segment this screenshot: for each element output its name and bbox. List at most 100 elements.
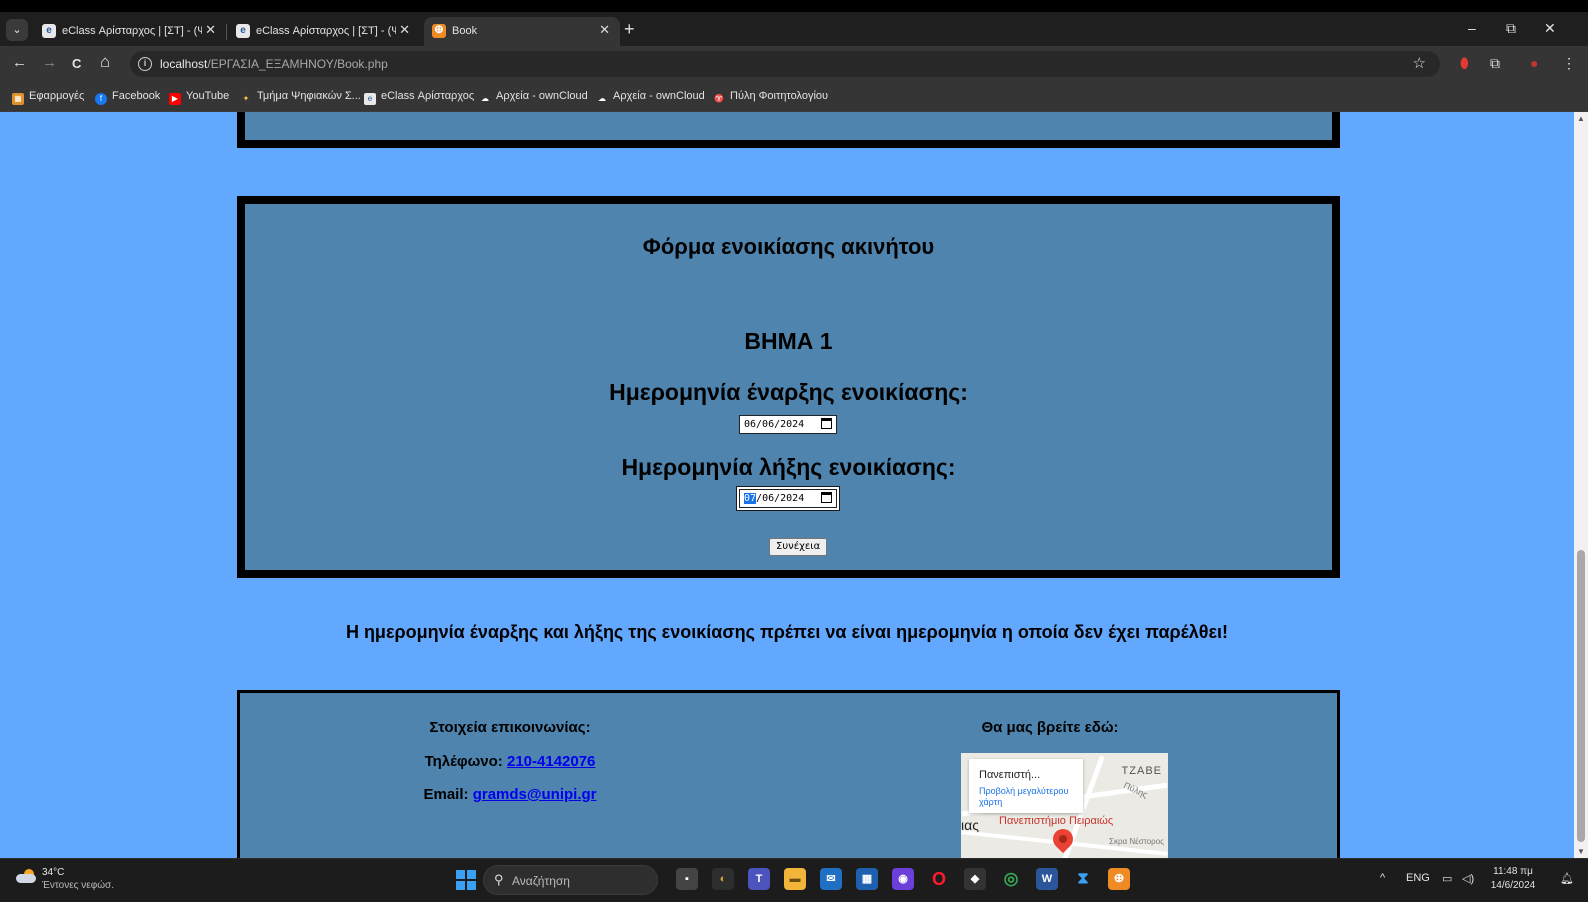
minimize-icon[interactable]: –	[1468, 20, 1476, 36]
rental-form-box: Φόρμα ενοικίασης ακινήτου ΒΗΜΑ 1 Ημερομη…	[237, 196, 1340, 578]
page-scrollbar[interactable]: ▲ ▼	[1574, 112, 1588, 858]
start-date-label: Ημερομηνία έναρξης ενοικίασης:	[609, 379, 968, 405]
portal-icon: ♈	[714, 94, 724, 103]
bookmark-youtube[interactable]: ▶ YouTube	[169, 90, 229, 105]
tab-search-chevron-icon[interactable]: ⌄	[6, 19, 28, 41]
bookmark-star-icon[interactable]: ☆	[1413, 54, 1426, 72]
footer-box: Στοιχεία επικοινωνίας: Τηλέφωνο: 210-414…	[237, 690, 1340, 858]
scrollbar-thumb[interactable]	[1577, 550, 1585, 842]
eclass-favicon-icon: e	[42, 24, 56, 38]
network-icon[interactable]: ▭	[1442, 872, 1452, 885]
cloud-icon: ☁	[481, 94, 489, 103]
calendar-icon[interactable]	[821, 492, 832, 503]
weather-description[interactable]: Έντονες νεφώσ.	[42, 880, 114, 891]
teams-icon[interactable]: T	[748, 868, 770, 890]
map-popup-title: Πανεπιστή...	[979, 769, 1041, 781]
eclass-favicon-icon: e	[236, 24, 250, 38]
end-date-input[interactable]: 07/06/2024	[737, 487, 839, 510]
copilot-icon[interactable]: ◉	[892, 868, 914, 890]
map-street-label: Πύλης	[1121, 780, 1149, 800]
bookmark-student-portal[interactable]: ♈ Πύλη Φοιτητολογίου	[713, 90, 828, 105]
end-date-day-selected: 07	[744, 493, 757, 504]
tab-title: eClass Αρίσταρχος | [ΣΤ] - (ΨΣ-	[62, 25, 202, 37]
windows-taskbar: 34°C Έντονες νεφώσ. ⚲ Αναζήτηση ▪ ◐ T ▬ …	[0, 858, 1588, 902]
weather-temperature[interactable]: 34°C	[42, 867, 64, 878]
xampp-icon[interactable]: ⴲ	[1108, 868, 1130, 890]
kebab-menu-icon[interactable]: ⋮	[1562, 55, 1576, 72]
close-window-icon[interactable]: ✕	[1544, 20, 1556, 37]
app-icon[interactable]: ◆	[964, 868, 986, 890]
screen: ⌄ e eClass Αρίσταρχος | [ΣΤ] - (ΨΣ- ✕ e …	[0, 0, 1588, 902]
back-icon[interactable]: ←	[12, 54, 27, 71]
chrome-icon[interactable]: ◎	[1000, 868, 1022, 890]
end-date-rest: /06/2024	[756, 493, 805, 504]
restore-icon[interactable]: ⧉	[1506, 20, 1516, 37]
omnibox[interactable]: i localhost/ΕΡΓΑΣΙΑ_ΕΞΑΜΗΝΟΥ/Book.php ☆	[130, 51, 1440, 77]
url-text[interactable]: localhost/ΕΡΓΑΣΙΑ_ΕΞΑΜΗΝΟΥ/Book.php	[160, 57, 388, 71]
windows-start-icon[interactable]	[456, 870, 476, 890]
file-explorer-icon[interactable]: ▬	[784, 868, 806, 890]
tab-close-icon[interactable]: ✕	[205, 22, 216, 38]
map-info-popup: Πανεπιστή... Προβολή μεγαλύτερου χάρτη	[969, 759, 1083, 813]
phone-line: Τηλέφωνο: 210-4142076	[380, 753, 640, 770]
store-icon[interactable]: ▦	[856, 868, 878, 890]
forward-icon[interactable]: →	[42, 54, 57, 71]
language-indicator[interactable]: ENG	[1406, 872, 1430, 884]
tab-book-active[interactable]: ⴲ Book ✕	[424, 17, 620, 46]
tab-eclass-2[interactable]: e eClass Αρίσταρχος | [ΣΤ] - (ΨΣ- ✕	[228, 17, 420, 46]
bookmark-owncloud-2[interactable]: ☁ Αρχεία - ownCloud	[596, 90, 705, 105]
facebook-icon: f	[95, 93, 107, 105]
phone-link[interactable]: 210-4142076	[507, 753, 595, 770]
new-tab-button[interactable]: +	[624, 19, 635, 39]
mail-icon[interactable]: ✉	[820, 868, 842, 890]
weather-cloud-icon[interactable]	[16, 869, 38, 883]
scroll-up-arrow-icon[interactable]: ▲	[1577, 114, 1585, 123]
bookmark-owncloud-1[interactable]: ☁ Αρχεία - ownCloud	[479, 90, 588, 105]
search-icon: ⚲	[494, 872, 504, 887]
bookmark-eclass[interactable]: e eClass Αρίσταρχος	[364, 90, 474, 105]
calendar-icon[interactable]	[821, 418, 832, 429]
site-info-icon[interactable]: i	[138, 57, 152, 71]
cloud-icon: ☁	[598, 94, 606, 103]
tab-eclass-1[interactable]: e eClass Αρίσταρχος | [ΣΤ] - (ΨΣ- ✕	[34, 17, 226, 46]
vscode-icon[interactable]: ⧗	[1072, 868, 1094, 890]
opera-icon[interactable]: O	[928, 868, 950, 890]
task-view-icon[interactable]: ▪	[676, 868, 698, 890]
scroll-down-arrow-icon[interactable]: ▼	[1577, 847, 1585, 856]
bookmark-department[interactable]: ✦ Τμήμα Ψηφιακών Σ...	[240, 90, 361, 105]
map-title: Θα μας βρείτε εδώ:	[981, 719, 1119, 736]
bookmark-facebook[interactable]: f Facebook	[95, 90, 160, 105]
map-university-label: Πανεπιστήμιο Πειραιώς	[999, 815, 1114, 827]
bookmarks-bar: ▦ Εφαρμογές f Facebook ▶ YouTube ✦ Τμήμα Ψηφ…	[0, 82, 1588, 112]
tab-title: eClass Αρίσταρχος | [ΣΤ] - (ΨΣ-	[256, 25, 396, 37]
map-other-label: Σκρα Νέστορος	[1109, 837, 1164, 846]
home-icon[interactable]: ⌂	[100, 52, 110, 72]
extension-red-icon[interactable]: ⬮	[1460, 55, 1469, 72]
reload-icon[interactable]: C	[72, 56, 81, 71]
email-link[interactable]: gramds@unipi.gr	[473, 786, 597, 803]
tray-chevron-icon[interactable]: ^	[1380, 872, 1385, 884]
top-strip	[0, 0, 1588, 12]
start-date-value: 06/06/2024	[744, 419, 805, 430]
volume-icon[interactable]: ◁)	[1462, 872, 1474, 885]
extensions-puzzle-icon[interactable]: ⧉	[1490, 55, 1500, 72]
tab-close-icon[interactable]: ✕	[399, 22, 410, 38]
taskbar-search-box[interactable]: ⚲ Αναζήτηση	[483, 865, 658, 895]
notification-bell-icon[interactable]: 🔔︎	[1560, 872, 1574, 885]
widgets-app-icon[interactable]: ◐	[712, 868, 734, 890]
clock[interactable]: 11:48 πμ 14/6/2024	[1488, 865, 1538, 893]
start-date-input[interactable]: 06/06/2024	[739, 415, 837, 434]
form-title: Φόρμα ενοικίασης ακινήτου	[642, 234, 935, 259]
tab-close-icon[interactable]: ✕	[599, 22, 610, 38]
phone-label: Τηλέφωνο:	[424, 753, 503, 770]
step-heading: ΒΗΜΑ 1	[744, 328, 833, 354]
bookmark-apps[interactable]: ▦ Εφαρμογές	[12, 90, 84, 105]
continue-button[interactable]: Συνέχεια	[769, 538, 828, 556]
view-larger-map-link[interactable]: Προβολή μεγαλύτερου χάρτη	[979, 786, 1079, 808]
embedded-map[interactable]: ΤΖΑΒΕ Πύλης ιας Πανεπιστήμιο Πειραιώς Σκ…	[961, 753, 1168, 858]
word-icon[interactable]: W	[1036, 868, 1058, 890]
tab-bar: ⌄ e eClass Αρίσταρχος | [ΣΤ] - (ΨΣ- ✕ e …	[0, 12, 1588, 46]
url-host: localhost	[160, 57, 208, 71]
end-date-label: Ημερομηνία λήξης ενοικίασης:	[621, 454, 956, 480]
profile-avatar-icon[interactable]: ●	[1530, 55, 1538, 71]
